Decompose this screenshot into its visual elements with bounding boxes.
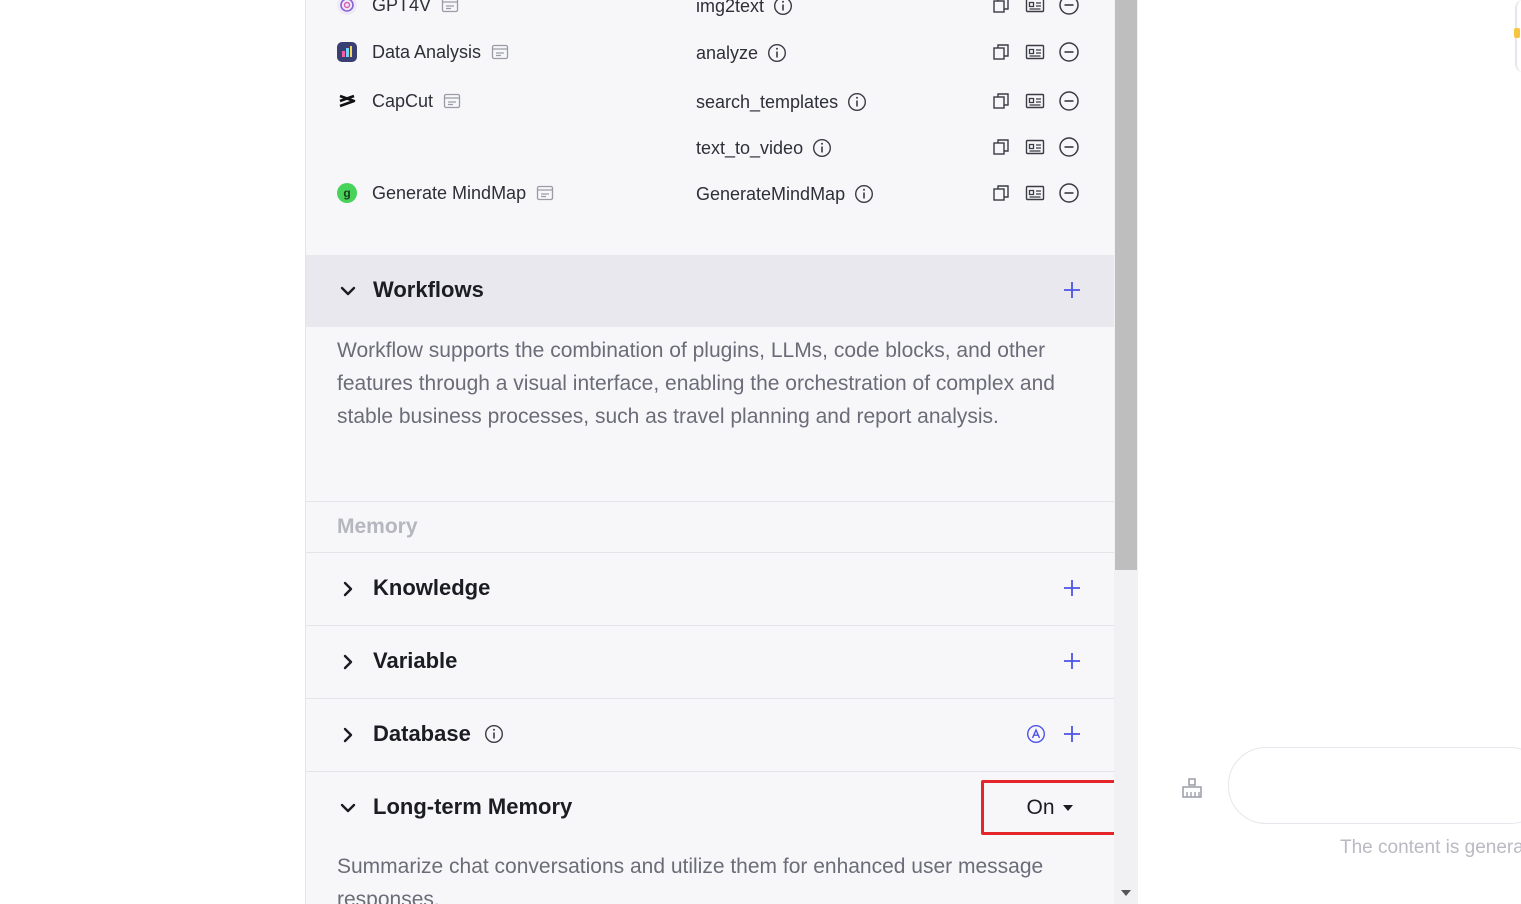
minus-circle-icon[interactable] — [1058, 182, 1080, 204]
card-icon[interactable] — [1024, 136, 1046, 158]
plugin-name-text: GPT4V — [372, 0, 432, 15]
plus-icon[interactable] — [1061, 279, 1083, 301]
info-icon[interactable] — [853, 183, 875, 205]
plugin-tool-text: analyze — [696, 42, 759, 63]
minus-circle-icon[interactable] — [1058, 41, 1080, 63]
chevron-down-icon[interactable] — [337, 797, 359, 819]
database-title: Database — [373, 721, 505, 747]
chat-input[interactable] — [1228, 747, 1521, 824]
store-icon[interactable] — [441, 90, 463, 112]
plugin-tool-text: img2text — [696, 0, 765, 16]
memory-header-label: Memory — [337, 515, 418, 538]
memory-group-header: Memory — [306, 501, 1114, 551]
plugin-list: GPT4V img2text Data Analysis analyze Cap… — [306, 0, 1114, 254]
minus-circle-icon[interactable] — [1058, 136, 1080, 158]
caret-down-icon — [1062, 804, 1073, 811]
chevron-right-icon[interactable] — [337, 724, 359, 746]
plugin-name: Generate MindMap — [372, 182, 556, 204]
mindmap-logo-icon: g — [337, 183, 357, 203]
plugin-actions — [990, 0, 1080, 16]
plugin-name: CapCut — [372, 90, 463, 112]
chevron-right-icon[interactable] — [337, 651, 359, 673]
database-section-header[interactable]: Database — [306, 698, 1114, 770]
plus-icon[interactable] — [1061, 577, 1083, 599]
card-icon[interactable] — [1024, 90, 1046, 112]
chevron-right-icon[interactable] — [337, 578, 359, 600]
card-icon[interactable] — [1024, 182, 1046, 204]
plugin-tool-text: text_to_video — [696, 137, 804, 158]
plugin-name-text: Generate MindMap — [372, 182, 527, 203]
store-icon[interactable] — [534, 182, 556, 204]
minus-circle-icon[interactable] — [1058, 0, 1080, 16]
plus-icon[interactable] — [1061, 650, 1083, 672]
ai-disclaimer-text: The content is genera — [1340, 837, 1521, 858]
config-panel: GPT4V img2text Data Analysis analyze Cap… — [305, 0, 1114, 904]
data-analysis-logo-icon — [337, 42, 357, 62]
workflows-title: Workflows — [373, 277, 484, 302]
database-title-text: Database — [373, 721, 471, 746]
card-icon[interactable] — [1024, 41, 1046, 63]
star-icon — [1514, 28, 1520, 38]
plugin-name: GPT4V — [372, 0, 461, 16]
plugin-tool: img2text — [696, 0, 794, 17]
plugin-row-capcut: CapCut search_templates — [306, 86, 1114, 116]
plugin-row-data-analysis: Data Analysis analyze — [306, 37, 1114, 67]
plugin-name-text: CapCut — [372, 90, 434, 111]
auto-icon[interactable] — [1025, 723, 1047, 745]
variable-section-header[interactable]: Variable — [306, 625, 1114, 697]
plugin-tool: text_to_video — [696, 137, 833, 159]
long-term-memory-value: On — [1026, 795, 1055, 819]
plugin-row-gpt4v: GPT4V img2text — [306, 0, 1114, 20]
plugin-row-generate-mindmap: g Generate MindMap GenerateMindMap — [306, 178, 1114, 208]
store-icon[interactable] — [439, 0, 461, 16]
database-actions — [1025, 723, 1083, 745]
copy-icon[interactable] — [990, 41, 1012, 63]
knowledge-section-header[interactable]: Knowledge — [306, 552, 1114, 624]
knowledge-actions — [1061, 577, 1083, 599]
knowledge-title: Knowledge — [373, 575, 491, 600]
scrollbar-thumb[interactable] — [1115, 0, 1137, 570]
minus-circle-icon[interactable] — [1058, 90, 1080, 112]
plugin-tool: analyze — [696, 42, 788, 64]
plugin-actions — [990, 90, 1080, 112]
chevron-down-icon[interactable] — [337, 280, 359, 302]
capcut-logo-icon — [337, 91, 357, 111]
long-term-memory-toggle-select[interactable]: On — [981, 780, 1114, 835]
plugin-name-text: Data Analysis — [372, 41, 482, 62]
plugin-tool-text: GenerateMindMap — [696, 183, 846, 204]
plus-icon[interactable] — [1061, 723, 1083, 745]
long-term-memory-title: Long-term Memory — [373, 794, 573, 819]
mindmap-logo-letter: g — [343, 186, 351, 200]
plugin-row-capcut-tool-2: text_to_video — [306, 132, 1114, 162]
workflows-section-header[interactable]: Workflows — [306, 255, 1114, 327]
info-icon[interactable] — [483, 723, 505, 745]
copy-icon[interactable] — [990, 90, 1012, 112]
long-term-memory-description: Summarize chat conversations and utilize… — [337, 855, 1044, 904]
plugin-tool-text: search_templates — [696, 91, 839, 112]
plugin-actions — [990, 136, 1080, 158]
info-icon[interactable] — [772, 0, 794, 17]
plugin-actions — [990, 182, 1080, 204]
workflows-description: Workflow supports the combination of plu… — [337, 339, 1055, 428]
scroll-down-arrow-icon[interactable] — [1121, 890, 1131, 896]
plugin-name: Data Analysis — [372, 41, 511, 63]
gpt4v-logo-icon — [337, 0, 357, 15]
info-icon[interactable] — [846, 91, 868, 113]
workflows-actions — [1061, 279, 1083, 301]
copy-icon[interactable] — [990, 182, 1012, 204]
store-icon[interactable] — [489, 41, 511, 63]
variable-title: Variable — [373, 648, 458, 673]
copy-icon[interactable] — [990, 0, 1012, 16]
card-icon[interactable] — [1024, 0, 1046, 16]
plugin-tool: search_templates — [696, 91, 868, 113]
broom-icon[interactable] — [1180, 776, 1204, 805]
copy-icon[interactable] — [990, 136, 1012, 158]
plugin-actions — [990, 41, 1080, 63]
info-icon[interactable] — [811, 137, 833, 159]
variable-actions — [1061, 650, 1083, 672]
info-icon[interactable] — [766, 42, 788, 64]
plugin-tool: GenerateMindMap — [696, 183, 875, 205]
